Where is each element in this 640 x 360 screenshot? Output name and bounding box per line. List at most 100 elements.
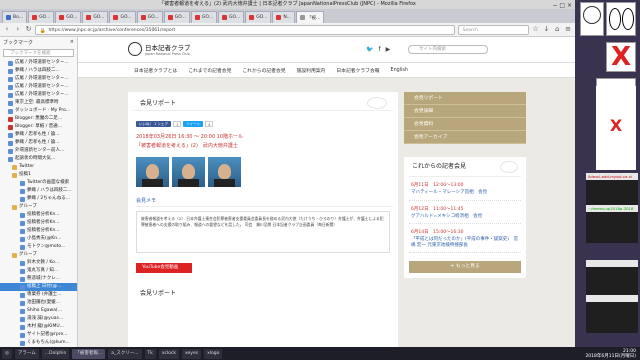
bookmark-item[interactable]: 広尾 / 外環道新センター... xyxy=(0,75,77,83)
taskbar-button[interactable]: ...Dolphin xyxy=(41,348,70,359)
bookmark-item[interactable]: 投稿者分析Kn... xyxy=(0,211,77,219)
sidebar-title[interactable]: ブックマーク xyxy=(3,39,33,46)
site-nav-item[interactable]: 施設利用案内 xyxy=(297,67,326,74)
bookmark-item[interactable]: 夢織 / ハラは四肢二... xyxy=(0,187,77,195)
bookmark-item[interactable]: 投稿者分析Kn... xyxy=(0,227,77,235)
start-menu-icon[interactable]: ◎ xyxy=(2,348,12,359)
site-logo[interactable]: 日本記者クラブ Japan National Press Club xyxy=(128,42,191,56)
menu-icon[interactable]: ≡ xyxy=(564,25,572,34)
bookmark-item[interactable]: Twitterの画面な検索 xyxy=(0,179,77,187)
site-nav-item[interactable]: 日本記者クラブ会報 xyxy=(336,67,379,74)
bookmark-item[interactable]: Shiho Egawa(... xyxy=(0,307,77,315)
bookmark-star-icon[interactable]: ☆ xyxy=(532,25,540,34)
bookmark-item[interactable]: 東京上空: 最高標準時 xyxy=(0,99,77,107)
xeyes-window[interactable] xyxy=(606,2,636,36)
facebook-like-button[interactable]: いいね！ 1 シェア xyxy=(136,121,171,127)
tab[interactable]: GO... xyxy=(245,11,272,23)
bookmark-item[interactable]: 投稿上 日付(@... xyxy=(0,283,77,291)
site-search-input[interactable]: サイト内検索 xyxy=(408,45,488,54)
bookmark-item[interactable]: くまもちん(@kum... xyxy=(0,339,77,347)
bookmark-item[interactable]: 鬼丸写真 / 知... xyxy=(0,267,77,275)
xlogo-window[interactable]: X xyxy=(606,42,636,72)
facebook-icon[interactable]: f xyxy=(378,46,380,53)
photo-thumbnail[interactable] xyxy=(172,157,205,187)
tab[interactable]: Bo... xyxy=(2,11,28,23)
home-icon[interactable]: ⌂ xyxy=(553,25,561,34)
taskbar-button[interactable]: a_スクリー... xyxy=(108,348,142,359)
bookmark-item[interactable]: Blogger: 草紙 / 普通... xyxy=(0,123,77,131)
bookmark-item[interactable]: 投稿者分析Kn... xyxy=(0,219,77,227)
tab[interactable]: GO... xyxy=(190,11,218,23)
taskbar-button[interactable]: アラーム xyxy=(14,348,39,359)
bookmark-item[interactable]: モトクン@moto... xyxy=(0,243,77,251)
bookmark-item[interactable]: 起訴状の時間大気... xyxy=(0,155,77,163)
site-nav-item[interactable]: English xyxy=(391,68,408,73)
bookmark-item[interactable]: 木村 龍(@KIMU... xyxy=(0,323,77,331)
tab[interactable]: GO... xyxy=(136,11,163,23)
bookmark-item[interactable]: 小島秀夫(@Kn... xyxy=(0,235,77,243)
xclock-window[interactable] xyxy=(580,2,604,36)
youtube-button[interactable]: YouTube会見動画 xyxy=(136,263,192,273)
url-bar[interactable]: 🔒 https://www.jnpc.or.jp/archive/confere… xyxy=(35,24,456,35)
report-menu-item[interactable]: 会見詳細 xyxy=(404,105,526,118)
bookmark-item[interactable]: 広尾 / 外環道新センター... xyxy=(0,59,77,67)
tab[interactable]: N... xyxy=(272,11,295,23)
tab[interactable]: GO... xyxy=(28,11,55,23)
tab[interactable]: GO... xyxy=(55,11,82,23)
site-nav-item[interactable]: これからの記者会見 xyxy=(242,67,285,74)
report-menu-item[interactable]: 会見アーカイブ xyxy=(404,131,526,144)
bookmark-item[interactable]: 夢織 / 2ちゃんねる... xyxy=(0,195,77,203)
twitter-icon[interactable]: 🐦 xyxy=(366,46,373,53)
bookmark-item[interactable]: 夢織 / ハラは四肢二... xyxy=(0,67,77,75)
photo-thumbnail[interactable] xyxy=(208,157,241,187)
taskbar-button[interactable]: 「被害者報... xyxy=(72,348,106,359)
bookmark-item[interactable]: 広尾 / 外環道新センター... xyxy=(0,83,77,91)
sidebar-close-icon[interactable]: × xyxy=(70,39,74,46)
bookmark-item[interactable]: 慈悲城(ナクレ... xyxy=(0,275,77,283)
photo-thumbnail[interactable] xyxy=(136,157,169,187)
upcoming-link[interactable]: グアハルド=メキシコ経済相 会見 xyxy=(411,214,519,220)
browser-search-input[interactable]: Search xyxy=(458,24,529,35)
forward-icon[interactable]: › xyxy=(14,25,22,34)
bookmark-item[interactable]: 広尾 / 外環道新センター... xyxy=(0,91,77,99)
taskbar-button[interactable]: xclock xyxy=(158,348,180,359)
taskbar-button[interactable]: xlogo xyxy=(204,348,223,359)
reload-icon[interactable]: ↻ xyxy=(25,25,33,34)
bookmark-item[interactable]: 夢織 / 忠孝も性 / 論... xyxy=(0,139,77,147)
bookmark-item[interactable]: サイト記者@rpre... xyxy=(0,331,77,339)
upcoming-link[interactable]: マハティール・マレーシア首相 会見 xyxy=(411,190,519,196)
bookmark-item[interactable]: 夢織 / 忠孝も性 / 論... xyxy=(0,131,77,139)
tab[interactable]: GO... xyxy=(109,11,136,23)
youtube-icon[interactable]: ▶ xyxy=(386,46,391,53)
tab[interactable]: GO... xyxy=(218,11,245,23)
bookmark-item[interactable]: 池田鐵也(愛媛... xyxy=(0,299,77,307)
site-nav-item[interactable]: 日本記者クラブとは xyxy=(134,67,177,74)
upcoming-link[interactable]: 「平成とは何だったのか」(平成の事件・疑獄史) 宮嶋 宏一 元東京地検特捜部長 xyxy=(411,237,519,248)
report-menu-item[interactable]: 会見資料 xyxy=(404,118,526,131)
terminal-window[interactable] xyxy=(586,295,638,333)
taskbar-button[interactable]: Tk xyxy=(144,348,156,359)
report-menu-item[interactable]: 会見リポート xyxy=(404,92,526,105)
bookmark-item[interactable]: グループ xyxy=(0,251,77,259)
download-icon[interactable]: ↓ xyxy=(543,25,551,34)
tweet-button[interactable]: ツイート xyxy=(183,121,204,127)
terminal-window[interactable]: ~/memo-sp2018a-2018 xyxy=(586,205,638,243)
tab[interactable]: 「被... xyxy=(296,11,325,23)
site-nav-item[interactable]: これまでの記者会見 xyxy=(188,67,231,74)
bookmark-item[interactable]: 鈴木文教 / Ko... xyxy=(0,259,77,267)
taskbar-clock[interactable]: 21:00 2018年6月11日(月曜日) xyxy=(585,349,640,359)
bookmark-item[interactable]: グループ xyxy=(0,203,77,211)
bookmark-search-input[interactable]: ブックマークを検索 xyxy=(3,49,74,57)
terminal-window[interactable] xyxy=(586,260,638,298)
bookmark-item[interactable]: Blogger: 悪魔の二足... xyxy=(0,115,77,123)
bookmark-item[interactable]: 投稿1 xyxy=(0,171,77,179)
more-button[interactable]: + もっと見る xyxy=(409,261,521,273)
back-icon[interactable]: ‹ xyxy=(3,25,11,34)
bookmark-item[interactable]: 外環道新センター前人... xyxy=(0,147,77,155)
bookmark-item[interactable]: 専業券 (弁護士... xyxy=(0,291,77,299)
tab[interactable]: GO... xyxy=(163,11,190,23)
bookmark-item[interactable]: Twitter xyxy=(0,163,77,171)
bookmark-item[interactable]: 湯浅 誠(@yuas... xyxy=(0,315,77,323)
bookmark-item[interactable]: ダッシュボード · My Pro... xyxy=(0,107,77,115)
taskbar-button[interactable]: xeyes xyxy=(182,348,202,359)
